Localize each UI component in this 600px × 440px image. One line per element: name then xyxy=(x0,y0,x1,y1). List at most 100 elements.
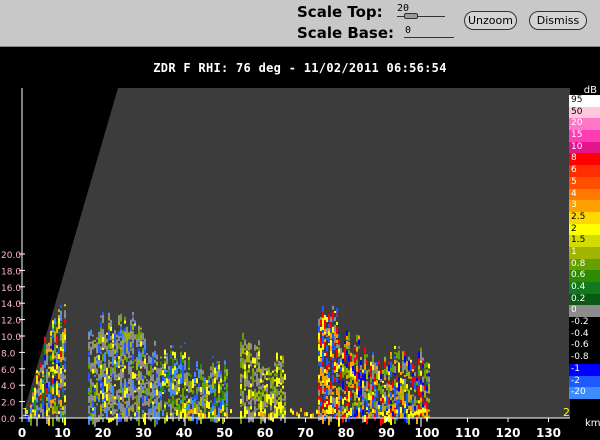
echo-pixel xyxy=(150,396,152,404)
echo-pixel xyxy=(110,402,112,408)
echo-pixel xyxy=(190,397,192,405)
echo-pixel xyxy=(186,408,188,411)
echo-pixel xyxy=(410,387,412,390)
echo-pixel xyxy=(50,366,52,372)
colorbar-swatch: -0.4 xyxy=(569,328,600,341)
echo-pixel xyxy=(48,345,50,349)
echo-pixel xyxy=(240,373,242,377)
echo-pixel xyxy=(248,346,250,351)
echo-pixel xyxy=(108,317,110,320)
echo-pixel xyxy=(222,384,224,387)
echo-pixel xyxy=(390,391,392,397)
colorbar-label: 0.8 xyxy=(571,258,586,269)
echo-pixel xyxy=(88,408,90,411)
echo-pixel xyxy=(194,401,196,408)
echo-pixel xyxy=(108,400,110,405)
echo-pixel xyxy=(170,392,172,397)
echo-pixel xyxy=(174,412,176,415)
echo-pixel xyxy=(144,382,146,389)
echo-pixel xyxy=(326,351,328,357)
echo-pixel xyxy=(368,369,370,373)
echo-pixel xyxy=(428,363,430,369)
echo-pixel xyxy=(90,405,92,408)
echo-pixel xyxy=(140,389,142,398)
echo-pixel xyxy=(246,378,248,385)
echo-pixel xyxy=(118,331,120,337)
echo-pixel xyxy=(426,391,428,394)
echo-pixel xyxy=(252,357,254,364)
echo-pixel xyxy=(196,404,198,411)
echo-pixel xyxy=(64,357,66,362)
echo-pixel xyxy=(130,341,132,348)
echo-pixel xyxy=(258,366,260,373)
echo-pixel xyxy=(252,375,254,382)
echo-pixel xyxy=(64,310,66,319)
echo-pixel xyxy=(260,391,262,401)
echo-pixel xyxy=(120,412,122,415)
echo-pixel xyxy=(54,398,56,401)
echo-pixel xyxy=(280,355,282,360)
echo-pixel xyxy=(112,385,114,389)
echo-pixel xyxy=(112,367,114,375)
echo-pixel xyxy=(266,371,268,376)
echo-pixel xyxy=(94,343,96,348)
echo-pixel xyxy=(394,345,396,349)
echo-pixel xyxy=(186,389,188,392)
echo-pixel xyxy=(162,370,164,376)
echo-pixel xyxy=(140,376,142,379)
echo-pixel xyxy=(100,360,102,364)
echo-pixel xyxy=(128,412,130,417)
echo-pixel xyxy=(120,407,122,410)
echo-pixel xyxy=(280,394,282,403)
colorbar-swatch: 1.5 xyxy=(569,235,600,247)
echo-pixel xyxy=(392,400,394,404)
echo-pixel xyxy=(112,338,114,341)
echo-pixel xyxy=(50,342,52,345)
echo-pixel xyxy=(54,411,56,414)
echo-pixel xyxy=(110,361,112,364)
echo-pixel xyxy=(394,417,396,424)
y-tick-label: 10.0 xyxy=(1,333,21,343)
echo-pixel xyxy=(414,382,416,390)
echo-pixel xyxy=(418,358,420,365)
echo-pixel xyxy=(94,339,96,342)
echo-pixel xyxy=(32,387,34,392)
echo-pixel xyxy=(260,412,262,417)
echo-pixel xyxy=(178,383,180,386)
echo-pixel xyxy=(324,391,326,394)
echo-pixel xyxy=(358,408,360,413)
echo-pixel xyxy=(210,366,212,371)
echo-pixel xyxy=(270,372,272,376)
echo-pixel xyxy=(120,415,122,422)
echo-pixel xyxy=(106,408,108,414)
echo-pixel xyxy=(410,411,412,416)
echo-pixel xyxy=(412,413,414,418)
echo-pixel xyxy=(116,403,118,406)
echo-pixel xyxy=(266,378,268,381)
echo-pixel xyxy=(100,349,102,353)
echo-pixel xyxy=(150,412,152,416)
echo-pixel xyxy=(100,404,102,412)
echo-pixel xyxy=(162,410,164,417)
colorbar: dB 95 50 20 15 10 8 6 5 4 3 2.5 2 1.5 1 0.8 0.6 0.4 0.2 0-… xyxy=(569,86,600,410)
echo-pixel xyxy=(100,368,102,376)
echo-pixel xyxy=(332,385,334,389)
echo-pixel xyxy=(192,390,194,395)
echo-pixel xyxy=(248,401,250,405)
echo-pixel xyxy=(216,365,218,370)
echo-pixel xyxy=(342,415,344,423)
y-tick-label: 0.0 xyxy=(1,415,16,425)
echo-pixel xyxy=(114,343,116,346)
echo-pixel xyxy=(318,325,320,334)
echo-pixel xyxy=(396,382,398,388)
echo-pixel xyxy=(184,342,186,345)
echo-pixel xyxy=(348,342,350,346)
echo-pixel xyxy=(114,412,116,415)
echo-pixel xyxy=(328,337,330,343)
echo-pixel xyxy=(64,388,66,391)
echo-pixel xyxy=(132,366,134,369)
echo-pixel xyxy=(246,375,248,379)
colorbar-label: 5 xyxy=(571,176,577,187)
colorbar-label: 6 xyxy=(571,165,577,176)
echo-pixel xyxy=(330,381,332,388)
